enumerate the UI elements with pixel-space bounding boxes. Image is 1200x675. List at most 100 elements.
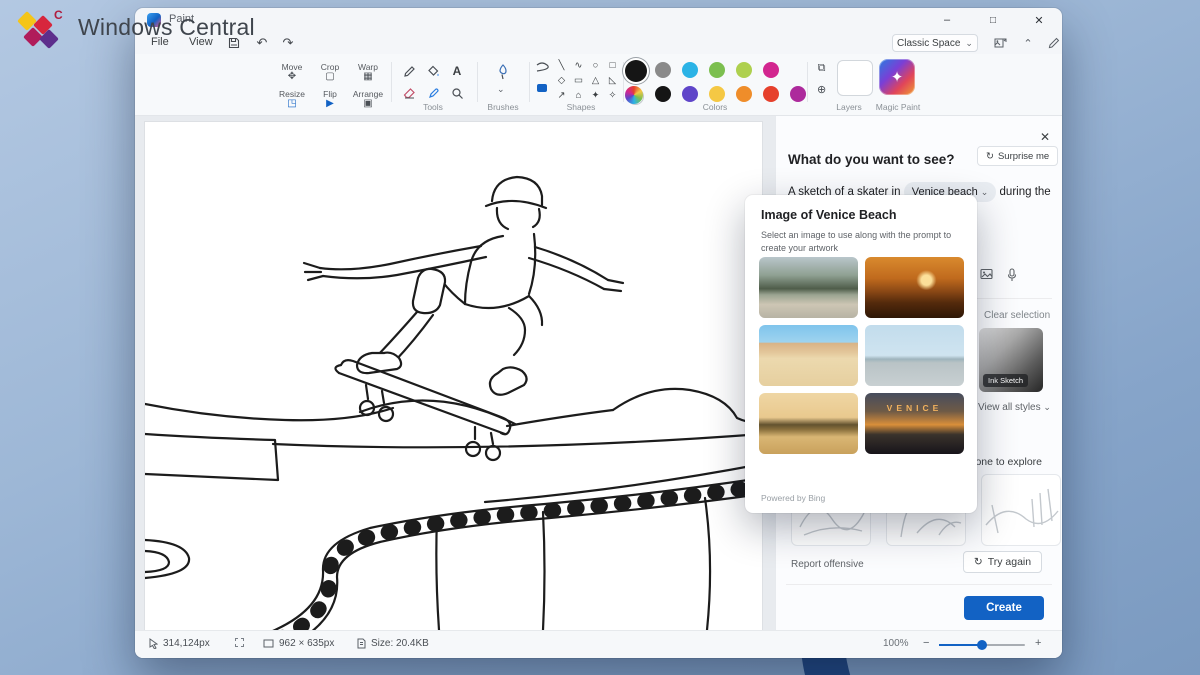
chevron-down-icon: ⌄ [981,187,989,197]
venice-beach-image-picker-popup: Image of Venice Beach Select an image to… [745,195,977,513]
beach-promenade-photo[interactable] [759,325,858,386]
toolbar-resize-button[interactable]: Resize ◳ [273,85,311,112]
ribbon-divider [391,62,392,102]
shape-outline-icon[interactable] [535,62,549,74]
toolbar-crop-button[interactable]: Crop ▢ [311,58,349,85]
lifeguard-tower-photo[interactable] [865,325,964,386]
toolbar-flip-button[interactable]: Flip ▶ [311,85,349,112]
feedback-icon[interactable] [1045,35,1063,51]
ink-sketch-style-thumbnail[interactable]: Ink Sketch [979,328,1043,392]
microphone-icon[interactable] [1007,268,1017,282]
close-button[interactable]: ✕ [1016,8,1062,32]
venice-boardwalk-palms-photo[interactable] [759,257,858,318]
maximize-button[interactable]: □ [970,8,1016,32]
pencil-tool-button[interactable] [397,60,421,82]
eraser-tool-button[interactable] [397,82,421,104]
shape-button-1[interactable]: ∿ [570,58,587,73]
toolbar-move-button[interactable]: Move ✥ [273,58,311,85]
layer-thumbnail[interactable] [837,60,873,96]
color-swatch-2[interactable] [709,86,725,102]
fill-tool-button[interactable] [421,60,445,82]
title-bar[interactable]: Paint – □ ✕ [135,8,1062,32]
zoom-slider[interactable] [939,644,1025,646]
style-name-chip: Ink Sketch [983,374,1028,387]
palm-cluster-beach-photo[interactable] [759,393,858,454]
colors-group-label: Colors [675,102,755,112]
ribbon-divider [529,62,530,102]
status-bar: 314,124px 962 × 635px Size: 20.4KB 100% … [135,630,1062,658]
undo-icon[interactable]: ↶ [253,34,271,52]
export-image-icon[interactable] [991,35,1009,51]
color-swatch-4[interactable] [763,62,779,78]
view-all-styles-link[interactable]: View all styles ⌄ [978,402,1051,413]
shape-button-8[interactable]: ↗ [553,88,570,103]
color-swatch-0[interactable] [655,86,671,102]
popup-subtitle: Select an image to use along with the pr… [761,229,961,254]
color-swatch-2[interactable] [709,62,725,78]
zoom-level: 100% [883,638,909,649]
toolbar-warp-button[interactable]: Warp ▦ [349,58,387,85]
venice-sign-text: VENICE [865,403,964,413]
shape-button-5[interactable]: ▭ [570,73,587,88]
menu-bar: File View ↶ ↷ Classic Space ⌄ ⌃ [135,32,1062,54]
create-button[interactable]: Create [964,596,1044,620]
try-again-button[interactable]: ↻ Try again [963,551,1042,573]
redo-icon[interactable]: ↷ [279,34,297,52]
add-image-icon[interactable] [980,268,994,281]
color-swatch-4[interactable] [763,86,779,102]
color-swatch-1[interactable] [682,86,698,102]
flip-icon: ▶ [326,99,334,109]
resize-icon: ◳ [287,99,296,109]
sunset-skatepark-photo[interactable] [865,257,964,318]
color-row-2 [655,86,806,102]
shape-button-9[interactable]: ⌂ [570,88,587,103]
magic-paint-button[interactable]: ✦ [879,59,915,95]
color-swatch-3[interactable] [736,86,752,102]
shape-button-3[interactable]: □ [604,58,621,73]
tools-group-label: Tools [397,102,469,112]
shape-button-10[interactable]: ✦ [587,88,604,103]
brushes-group-label: Brushes [475,102,531,112]
brushes-chevron-icon[interactable]: ⌄ [497,84,505,95]
shape-button-4[interactable]: ◇ [553,73,570,88]
cursor-position: 314,124px [149,638,210,649]
shape-button-6[interactable]: △ [587,73,604,88]
shape-button-7[interactable]: ◺ [604,73,621,88]
collapse-ribbon-icon[interactable]: ⌃ [1019,35,1037,51]
view-all-styles-label: View all styles [978,402,1041,413]
color-swatch-0[interactable] [655,62,671,78]
color-swatch-1[interactable] [682,62,698,78]
layers-stack-icon[interactable]: ⧉ [818,62,826,75]
magnifier-tool-button[interactable] [445,82,469,104]
zoom-slider-thumb[interactable] [977,640,987,650]
warp-icon: ▦ [363,72,372,82]
clear-selection-link[interactable]: Clear selection [984,310,1050,321]
shape-button-2[interactable]: ○ [587,58,604,73]
add-layer-icon[interactable]: ⊕ [817,83,826,96]
brushes-button[interactable] [491,62,515,82]
zoom-in-button[interactable]: + [1035,637,1041,649]
primary-color-swatch[interactable] [625,60,647,82]
shape-button-0[interactable]: ╲ [553,58,570,73]
shape-fill-icon[interactable] [535,82,549,94]
style-picker-dropdown[interactable]: Classic Space ⌄ [892,34,978,52]
chevron-down-icon: ⌄ [1043,402,1051,412]
venice-sign-sunset-photo[interactable]: VENICE [865,393,964,454]
color-wheel-button[interactable] [625,86,643,104]
text-tool-button[interactable]: A [445,60,469,82]
minimize-button[interactable]: – [924,8,970,32]
toolbar-arrange-button[interactable]: Arrange ▣ [349,85,387,112]
color-swatch-3[interactable] [736,62,752,78]
chevron-down-icon: ⌄ [965,38,973,49]
shape-button-11[interactable]: ✧ [604,88,621,103]
panel-close-icon[interactable]: ✕ [1040,130,1050,144]
selection-icon [235,638,244,647]
report-offensive-link[interactable]: Report offensive [791,559,864,570]
cursor-position-value: 314,124px [163,638,210,649]
drawing-canvas[interactable] [145,122,762,630]
zoom-out-button[interactable]: − [923,637,929,649]
generated-sketch-thumbnail-3[interactable] [981,474,1061,546]
eyedropper-tool-button[interactable] [421,82,445,104]
color-swatch-5[interactable] [790,86,806,102]
surprise-me-button[interactable]: ↻ Surprise me [977,146,1058,166]
